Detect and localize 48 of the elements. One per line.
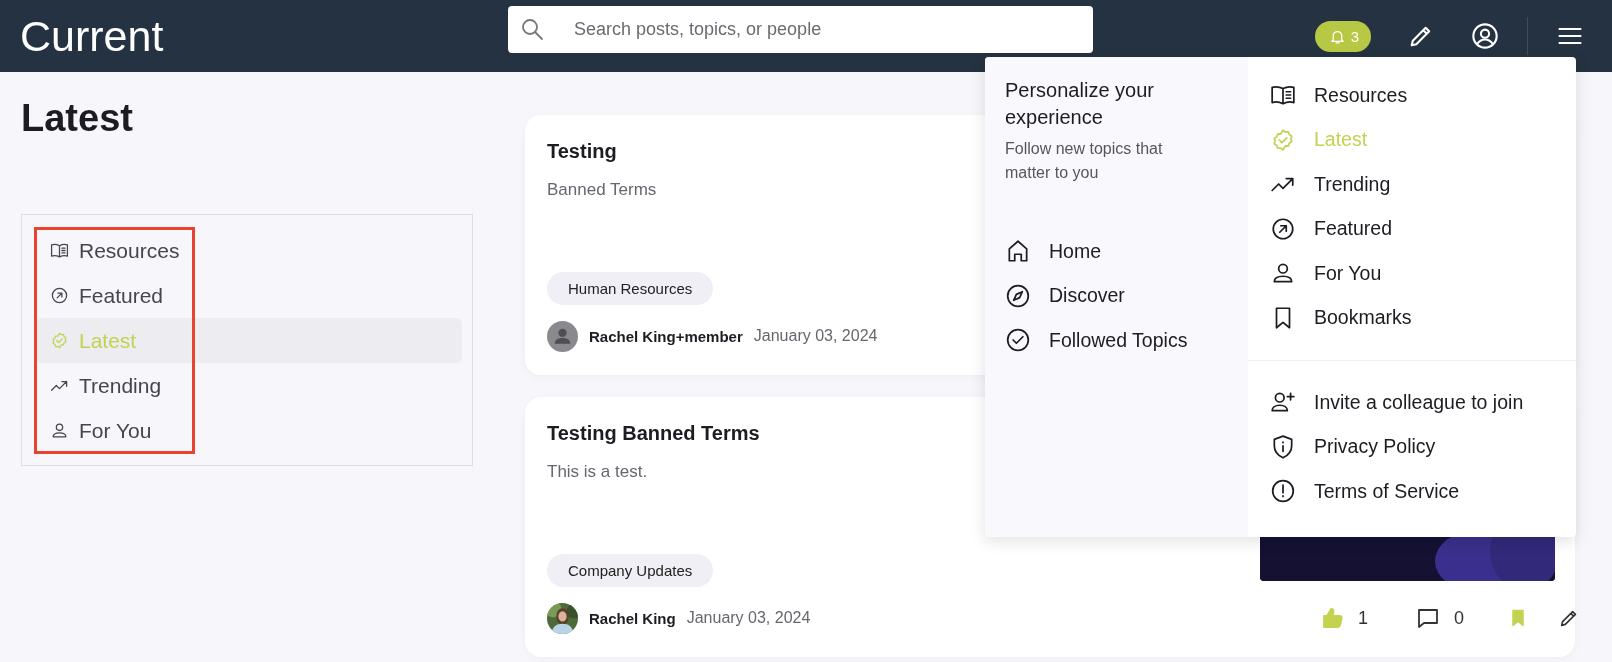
search-icon <box>520 17 544 41</box>
sidebar-item[interactable]: For You <box>36 408 462 453</box>
person-icon <box>50 421 69 440</box>
topic-tag[interactable]: Company Updates <box>547 554 714 587</box>
shield-icon <box>1270 433 1296 460</box>
menu-item[interactable]: For You <box>1270 251 1556 296</box>
compass-icon <box>1005 282 1031 309</box>
arrow-circle-icon <box>50 286 69 305</box>
sidebar-item[interactable]: Resources <box>36 228 462 273</box>
menu-item[interactable]: Privacy Policy <box>1270 424 1556 469</box>
post-body: This is a test. <box>547 462 648 482</box>
author-name[interactable]: Rachel King+member <box>589 327 743 345</box>
sidebar-item[interactable]: Trending <box>36 363 462 408</box>
menu-item[interactable]: Bookmarks <box>1270 295 1556 340</box>
page-title: Latest <box>21 96 134 140</box>
post-date: January 03, 2024 <box>686 609 811 627</box>
check-circle-icon <box>1005 327 1031 354</box>
menu-item[interactable]: Featured <box>1270 206 1556 251</box>
logo[interactable]: Current <box>0 13 488 59</box>
menu-item[interactable]: Discover <box>1005 273 1228 318</box>
menu-item[interactable]: Resources <box>1270 73 1556 118</box>
avatar <box>547 320 578 352</box>
search-field[interactable]: Search posts, topics, or people <box>508 6 1093 53</box>
sidebar-item[interactable]: Featured <box>36 273 462 318</box>
menu-heading: Personalize your experience <box>1005 78 1155 130</box>
menu-subheading: Follow new topics that matter to you <box>1005 139 1164 183</box>
profile-icon <box>1471 22 1499 50</box>
like-button[interactable]: 1 <box>1316 602 1372 634</box>
menu-item[interactable]: Followed Topics <box>1005 318 1228 363</box>
arrow-circle-icon <box>1270 215 1296 242</box>
badge-check-icon <box>1270 126 1296 153</box>
post-body: Banned Terms <box>547 180 657 200</box>
post-title[interactable]: Testing Banned Terms <box>547 421 760 445</box>
author-name[interactable]: Rachel King <box>589 609 676 627</box>
menu-item[interactable]: Trending <box>1270 162 1556 207</box>
menu-item[interactable]: Home <box>1005 229 1228 274</box>
book-icon <box>50 241 69 260</box>
badge-check-icon <box>50 331 69 350</box>
post-date: January 03, 2024 <box>753 327 878 345</box>
topic-tag[interactable]: Human Resources <box>547 272 714 305</box>
post-title[interactable]: Testing <box>547 139 617 163</box>
profile-button[interactable] <box>1471 22 1499 50</box>
exclamation-icon <box>1270 478 1296 505</box>
menu-item[interactable]: Terms of Service <box>1270 469 1556 514</box>
comment-button[interactable]: 0 <box>1412 602 1469 634</box>
home-icon <box>1005 238 1031 265</box>
comment-icon <box>1416 606 1440 630</box>
menu-item[interactable]: Invite a colleague to join <box>1270 380 1556 425</box>
